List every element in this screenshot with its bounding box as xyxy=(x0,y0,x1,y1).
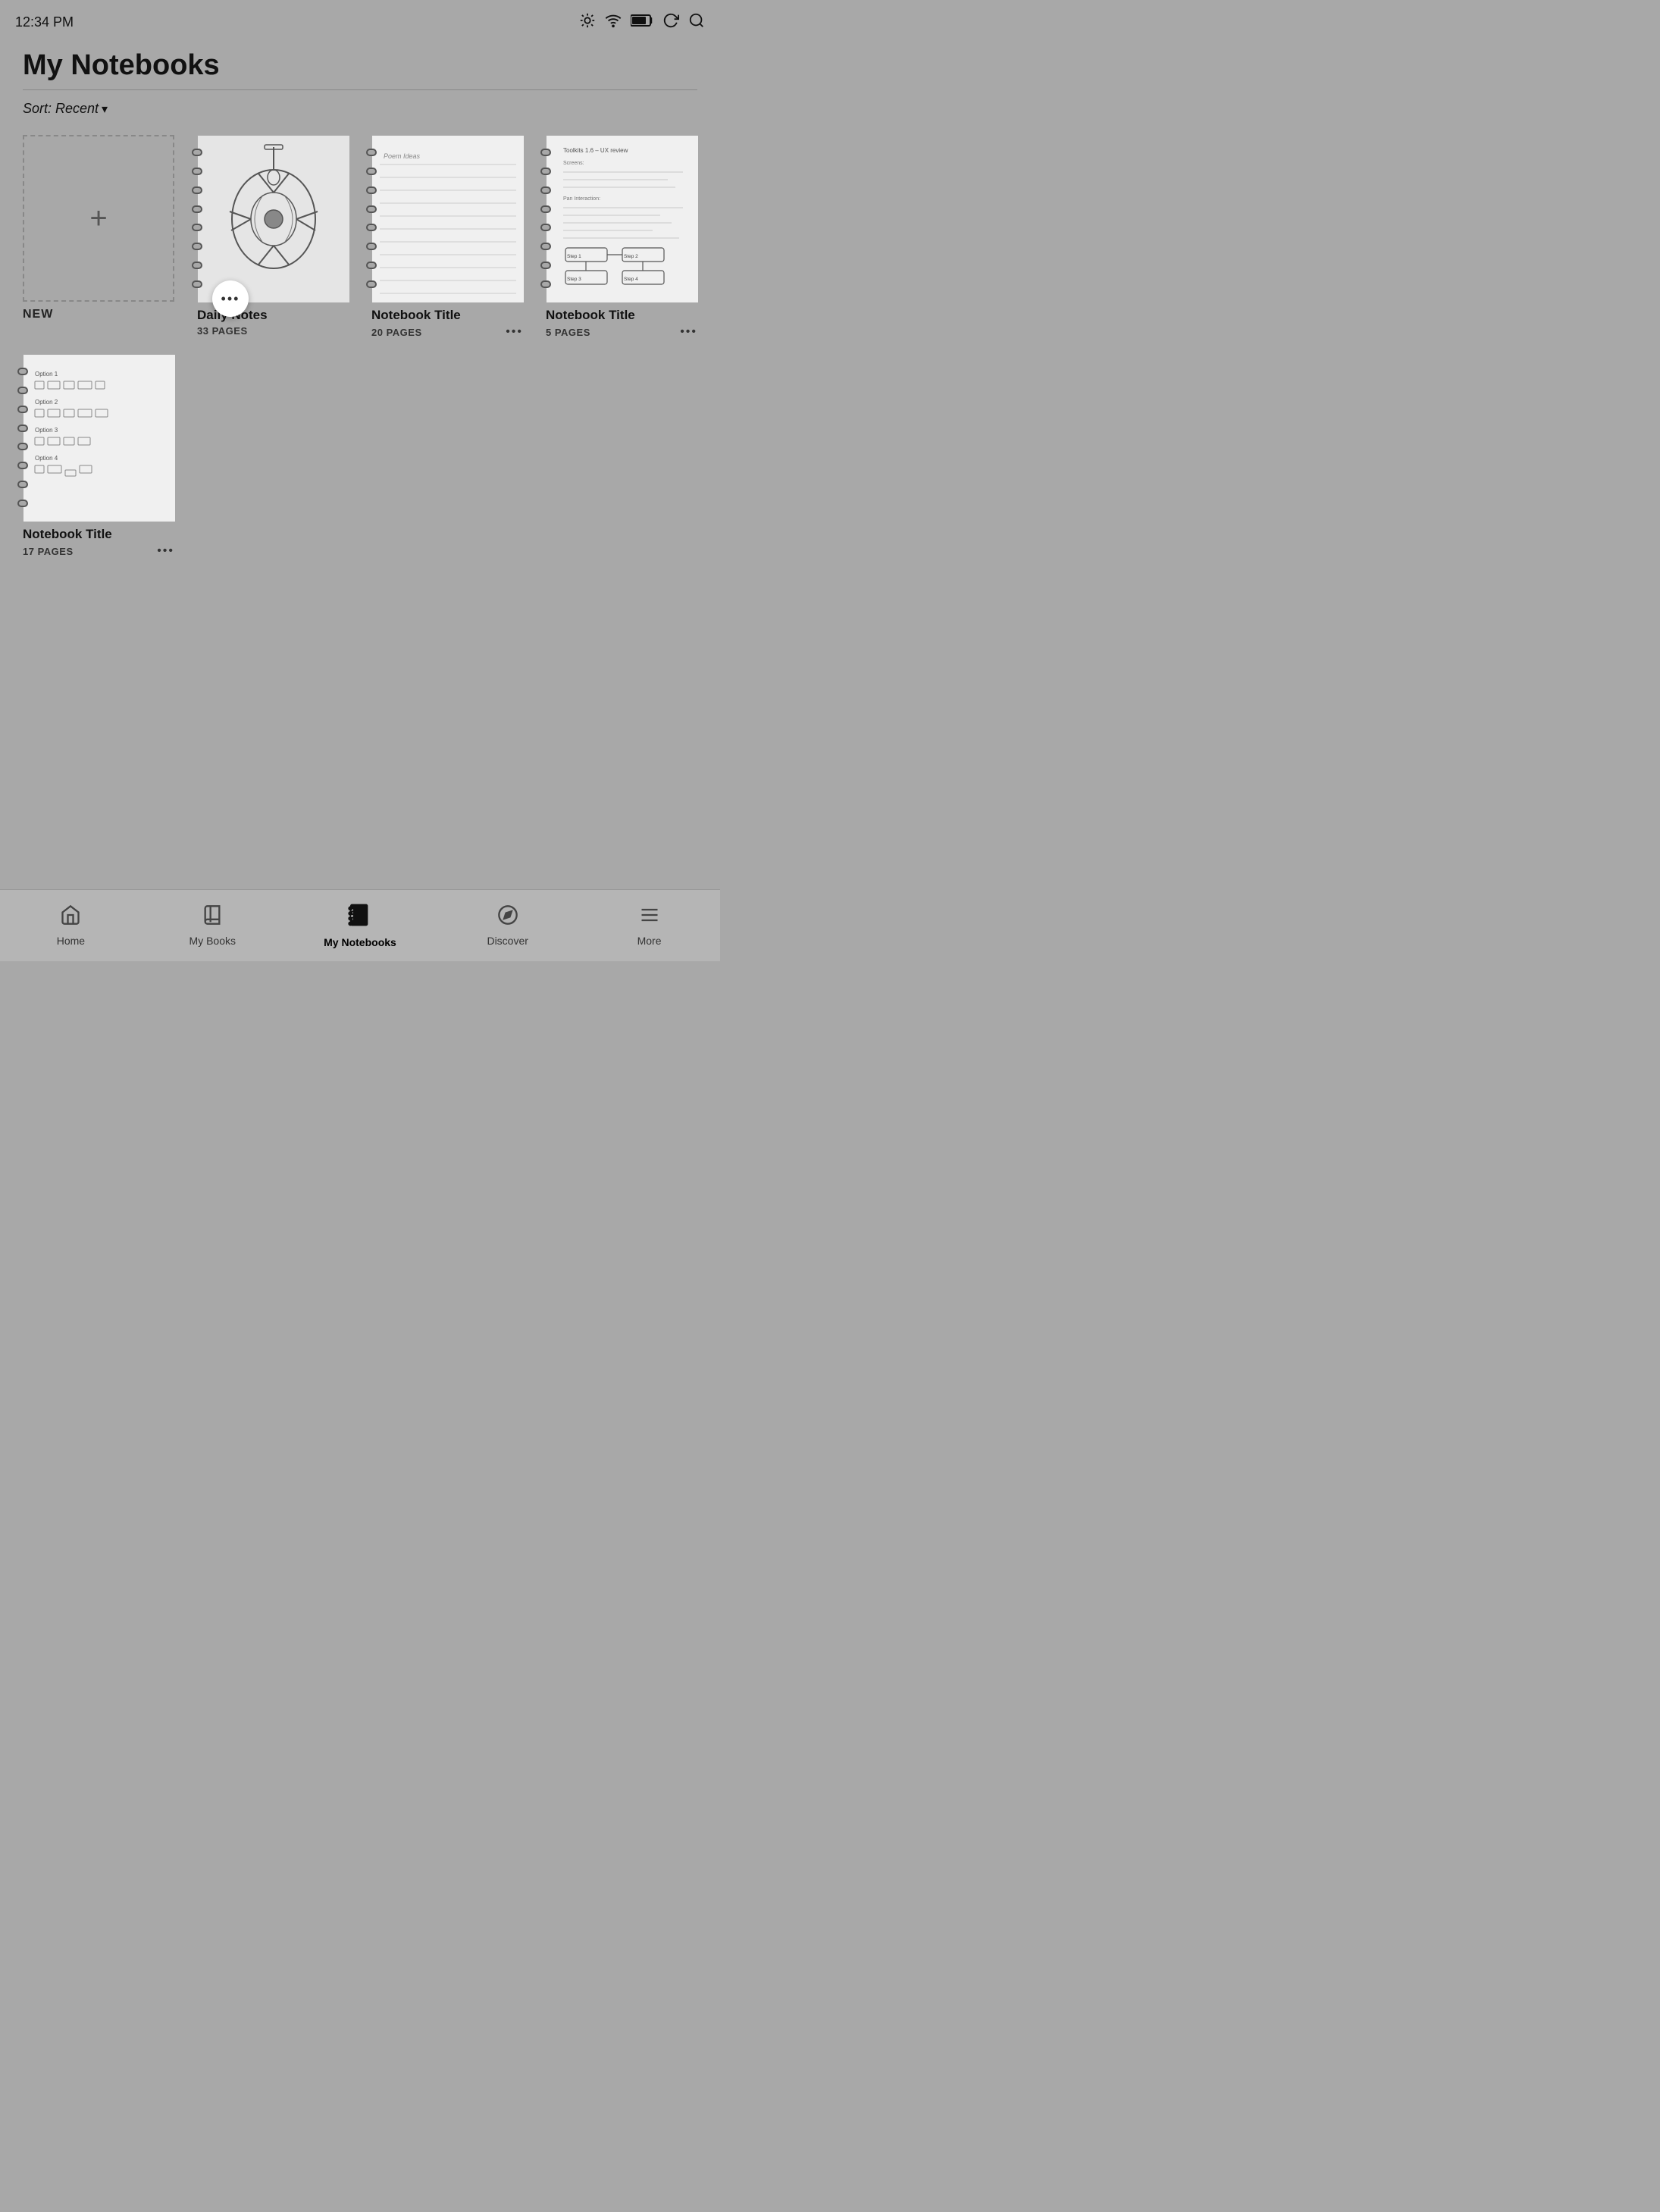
discover-icon xyxy=(497,904,518,931)
notebook-cover-0[interactable] xyxy=(197,135,349,302)
notebook-info-2: Notebook Title 5 PAGES ••• xyxy=(546,308,697,339)
sort-chevron-icon[interactable]: ▾ xyxy=(102,102,108,117)
nav-item-more[interactable]: More xyxy=(619,904,680,947)
notebook-grid: + NEW xyxy=(0,127,720,354)
notebook-pages-3: 17 PAGES xyxy=(23,546,74,557)
search-icon[interactable] xyxy=(688,12,705,33)
notebook-2-illustration: Toolkits 1.6 – UX review Screens: Pan In… xyxy=(547,136,698,302)
status-icons xyxy=(579,12,705,33)
page-title: My Notebooks xyxy=(23,49,697,82)
notebook-menu-2[interactable]: ••• xyxy=(680,325,697,339)
svg-text:Option 2: Option 2 xyxy=(35,399,58,406)
notebook-row-2: Option 1 Option 2 Option 3 Option 4 xyxy=(0,354,720,573)
home-icon xyxy=(60,904,81,931)
notebook-meta-2: 5 PAGES ••• xyxy=(546,325,697,339)
svg-text:Option 3: Option 3 xyxy=(35,427,58,434)
notebook-cover-3[interactable]: Option 1 Option 2 Option 3 Option 4 xyxy=(23,354,174,521)
daily-notes-illustration xyxy=(198,136,349,302)
wifi-icon xyxy=(605,12,622,33)
nav-item-my-books[interactable]: My Books xyxy=(182,904,243,947)
svg-text:Step 3: Step 3 xyxy=(567,277,581,282)
notebook-item-3[interactable]: Option 1 Option 2 Option 3 Option 4 xyxy=(23,354,174,558)
sync-icon xyxy=(662,12,679,33)
status-bar: 12:34 PM xyxy=(0,0,720,42)
bottom-nav: Home My Books My xyxy=(0,889,720,961)
sort-label[interactable]: Sort: Recent xyxy=(23,101,99,117)
daily-notes-more-button[interactable]: ••• xyxy=(212,280,249,317)
add-notebook-icon: + xyxy=(89,202,107,236)
notebook-title-1: Notebook Title xyxy=(371,308,523,323)
notebook-title-2: Notebook Title xyxy=(546,308,697,323)
battery-icon xyxy=(631,14,653,31)
page-header: My Notebooks xyxy=(0,42,720,82)
notebook-3-illustration: Option 1 Option 2 Option 3 Option 4 xyxy=(23,355,175,522)
notebook-meta-3: 17 PAGES ••• xyxy=(23,544,174,558)
notebook-pages-0: 33 PAGES xyxy=(197,325,248,337)
notebook-info-1: Notebook Title 20 PAGES ••• xyxy=(371,308,523,339)
svg-text:Poem Ideas: Poem Ideas xyxy=(384,152,421,160)
sort-bar[interactable]: Sort: Recent ▾ xyxy=(0,90,720,127)
notebook-cover-1[interactable]: Poem Ideas xyxy=(371,135,523,302)
nav-label-my-books: My Books xyxy=(189,935,236,947)
nav-item-my-notebooks[interactable]: My Notebooks xyxy=(324,903,396,948)
nav-item-discover[interactable]: Discover xyxy=(478,904,538,947)
svg-text:Pan Interaction:: Pan Interaction: xyxy=(563,196,600,202)
notebook-menu-3[interactable]: ••• xyxy=(157,544,174,558)
svg-text:Option 1: Option 1 xyxy=(35,371,58,378)
new-notebook-label: NEW xyxy=(23,308,53,321)
notebook-menu-1[interactable]: ••• xyxy=(506,325,523,339)
books-icon xyxy=(202,904,223,931)
notebook-1-illustration: Poem Ideas xyxy=(372,136,524,302)
notebook-cover-2[interactable]: Toolkits 1.6 – UX review Screens: Pan In… xyxy=(546,135,697,302)
notebook-info-3: Notebook Title 17 PAGES ••• xyxy=(23,527,174,558)
svg-text:Screens:: Screens: xyxy=(563,161,584,166)
spiral-rings-1 xyxy=(366,143,378,293)
spiral-rings-3 xyxy=(17,362,30,512)
nav-label-more: More xyxy=(637,935,662,947)
svg-text:Toolkits 1.6 – UX review: Toolkits 1.6 – UX review xyxy=(563,147,628,154)
brightness-icon xyxy=(579,12,596,33)
notebook-pages-1: 20 PAGES xyxy=(371,327,422,338)
notebooks-icon xyxy=(348,903,372,932)
svg-text:Step 1: Step 1 xyxy=(567,254,581,259)
svg-text:Step 2: Step 2 xyxy=(624,254,638,259)
status-time: 12:34 PM xyxy=(15,14,74,30)
notebook-item-1[interactable]: Poem Ideas Notebook Title 20 PAGES ••• xyxy=(371,135,531,339)
more-icon xyxy=(639,904,660,931)
nav-label-discover: Discover xyxy=(487,935,528,947)
spiral-rings-2 xyxy=(540,143,553,293)
nav-item-home[interactable]: Home xyxy=(40,904,101,947)
notebook-pages-2: 5 PAGES xyxy=(546,327,590,338)
new-notebook-item[interactable]: + NEW xyxy=(23,135,182,339)
svg-text:Option 4: Option 4 xyxy=(35,455,58,462)
notebook-meta-1: 20 PAGES ••• xyxy=(371,325,523,339)
nav-label-my-notebooks: My Notebooks xyxy=(324,936,396,948)
notebook-item-2[interactable]: Toolkits 1.6 – UX review Screens: Pan In… xyxy=(546,135,705,339)
nav-label-home: Home xyxy=(57,935,85,947)
new-notebook-cover[interactable]: + xyxy=(23,135,174,302)
spiral-rings-0 xyxy=(192,143,204,293)
notebook-title-3: Notebook Title xyxy=(23,527,174,542)
notebook-meta-0: 33 PAGES xyxy=(197,325,349,337)
svg-text:Step 4: Step 4 xyxy=(624,277,638,282)
